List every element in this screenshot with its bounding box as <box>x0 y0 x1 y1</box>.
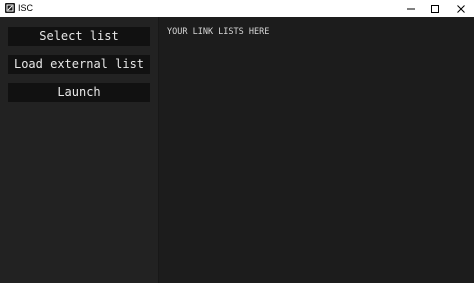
select-list-button[interactable]: Select list <box>8 27 150 46</box>
minimize-button[interactable] <box>398 0 424 17</box>
launch-button[interactable]: Launch <box>8 83 150 102</box>
sidebar: Select list Load external list Launch <box>0 17 158 283</box>
load-external-list-button[interactable]: Load external list <box>8 55 150 74</box>
link-list-placeholder: YOUR LINK LISTS HERE <box>167 27 270 37</box>
close-icon <box>457 4 465 13</box>
link-list-panel[interactable]: YOUR LINK LISTS HERE <box>159 17 474 283</box>
app-window: ISC Select list Load external list Launc… <box>0 0 474 283</box>
maximize-button[interactable] <box>422 0 448 17</box>
maximize-icon <box>431 4 439 13</box>
app-icon <box>5 3 15 13</box>
window-title: ISC <box>18 3 34 13</box>
close-button[interactable] <box>448 0 474 17</box>
title-bar[interactable]: ISC <box>0 0 474 17</box>
minimize-icon <box>407 8 415 9</box>
